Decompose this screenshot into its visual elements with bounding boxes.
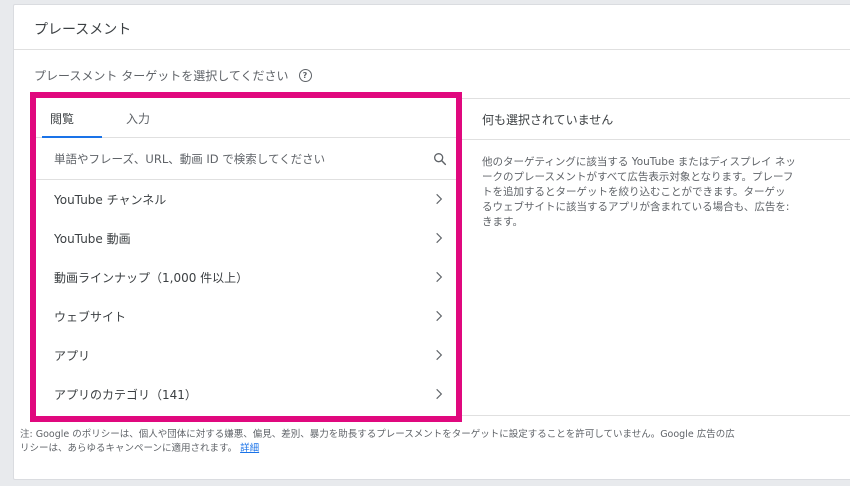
list-item-label: アプリ [54, 349, 91, 363]
list-item-label: 動画ラインナップ（1,000 件以上） [54, 271, 249, 285]
chevron-right-icon [436, 388, 443, 400]
list-item-video-lineups[interactable]: 動画ラインナップ（1,000 件以上） [36, 258, 456, 297]
card-title: プレースメント [34, 22, 132, 38]
help-icon[interactable]: ? [298, 69, 312, 82]
chevron-right-icon [436, 271, 443, 283]
details-link[interactable]: 詳細 [240, 443, 259, 454]
list-item-apps[interactable]: アプリ [36, 336, 456, 375]
search-icon[interactable] [432, 151, 448, 167]
tab-input[interactable]: 入力 [126, 110, 150, 127]
chevron-right-icon [436, 232, 443, 244]
list-item-label: アプリのカテゴリ（141） [54, 388, 197, 402]
divider [14, 49, 850, 50]
browse-panel: 閲覧 入力 YouTube チャンネル YouTube 動画 動画ラインナップ（… [30, 92, 462, 422]
list-item-label: YouTube 動画 [54, 232, 131, 246]
list-item-youtube-channels[interactable]: YouTube チャンネル [36, 180, 456, 219]
list-item-label: YouTube チャンネル [54, 193, 167, 207]
divider [462, 139, 850, 140]
search-row [36, 138, 456, 180]
chevron-right-icon [436, 349, 443, 361]
section-label-text: プレースメント ターゲットを選択してください [34, 69, 289, 83]
tab-bar: 閲覧 入力 [36, 98, 456, 138]
selected-panel: 何も選択されていません 他のターゲティングに該当する YouTube またはディ… [462, 98, 850, 416]
list-item-app-categories[interactable]: アプリのカテゴリ（141） [36, 375, 456, 414]
chevron-right-icon [436, 310, 443, 322]
selected-description: 他のターゲティングに該当する YouTube またはディスプレイ ネッ ークのプ… [482, 156, 796, 228]
policy-footnote: 注: Google のポリシーは、個人や団体に対する嫌悪、偏見、差別、暴力を助長… [20, 428, 850, 456]
list-item-label: ウェブサイト [54, 310, 127, 324]
section-label: プレースメント ターゲットを選択してください ? [34, 67, 312, 84]
footnote-text: 注: Google のポリシーは、個人や団体に対する嫌悪、偏見、差別、暴力を助長… [20, 429, 735, 454]
list-item-youtube-videos[interactable]: YouTube 動画 [36, 219, 456, 258]
selected-header: 何も選択されていません [482, 113, 614, 127]
search-input[interactable] [54, 138, 424, 180]
list-item-websites[interactable]: ウェブサイト [36, 297, 456, 336]
tab-browse[interactable]: 閲覧 [50, 110, 74, 127]
chevron-right-icon [436, 193, 443, 205]
